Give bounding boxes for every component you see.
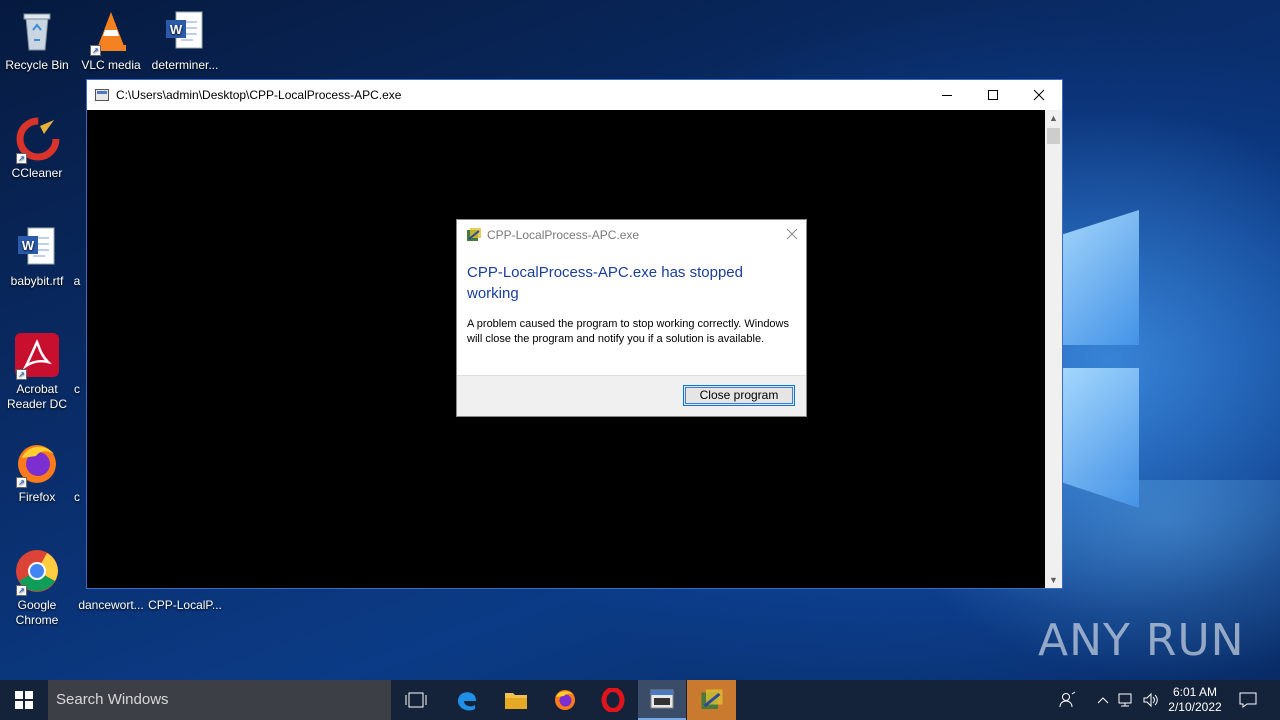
desktop-icon-cpp-localp[interactable]: CPP-LocalP... <box>148 598 222 613</box>
word-document-icon: W <box>14 224 60 270</box>
scrollbar-thumb[interactable] <box>1047 128 1060 144</box>
desktop-icon-chrome[interactable]: ↗ Google Chrome <box>0 548 74 628</box>
vlc-cone-icon: ↗ <box>88 8 134 56</box>
shortcut-arrow-icon: ↗ <box>16 153 27 164</box>
taskbar-opera[interactable] <box>589 680 637 720</box>
shortcut-arrow-icon: ↗ <box>16 369 27 380</box>
desktop-icon-label: Google Chrome <box>15 598 59 627</box>
svg-text:W: W <box>22 238 35 253</box>
desktop-icon-vlc[interactable]: ↗ VLC media <box>74 8 148 73</box>
start-button[interactable] <box>0 680 48 720</box>
notification-icon <box>1239 692 1257 708</box>
chrome-icon: ↗ <box>14 548 60 596</box>
show-hidden-icons-button[interactable] <box>1092 680 1114 720</box>
error-reporting-icon <box>701 689 722 709</box>
dialog-titlebar[interactable]: CPP-LocalProcess-APC.exe <box>457 220 806 250</box>
console-titlebar[interactable]: C:\Users\admin\Desktop\CPP-LocalProcess-… <box>87 80 1062 110</box>
people-icon <box>1059 691 1076 708</box>
taskbar-search-box[interactable]: Search Windows <box>48 680 391 720</box>
desktop-icon-label: CCleaner <box>11 166 63 180</box>
dialog-close-button[interactable] <box>786 225 798 245</box>
console-title: C:\Users\admin\Desktop\CPP-LocalProcess-… <box>116 88 402 102</box>
desktop-icon-dancewort[interactable]: dancewort... <box>74 598 148 613</box>
clock[interactable]: 6:01 AM 2/10/2022 <box>1162 680 1228 720</box>
minimize-icon <box>942 95 952 96</box>
clock-date: 2/10/2022 <box>1168 700 1222 714</box>
people-button[interactable] <box>1055 680 1081 720</box>
firefox-icon: ↗ <box>14 440 60 488</box>
taskbar-console-app[interactable] <box>638 680 686 720</box>
console-app-icon <box>95 89 109 101</box>
desktop-icon-label: VLC media <box>81 58 141 72</box>
console-app-icon <box>650 689 674 709</box>
watermark-text: ANY RUN <box>1038 614 1245 666</box>
windows-start-icon <box>15 691 33 709</box>
error-reporting-icon <box>467 228 481 241</box>
desktop-icon-label: CPP-LocalP... <box>148 598 222 612</box>
ccleaner-icon: ↗ <box>14 116 60 164</box>
svg-text:W: W <box>170 22 183 37</box>
close-icon <box>786 228 798 240</box>
shortcut-arrow-icon: ↗ <box>16 585 27 596</box>
desktop-icon-recycle-bin[interactable]: Recycle Bin <box>0 8 74 73</box>
desktop-icon-determiner[interactable]: W determiner... <box>148 8 222 73</box>
task-view-button[interactable] <box>392 680 440 720</box>
acrobat-reader-icon: ↗ <box>14 332 60 380</box>
network-tray-button[interactable] <box>1115 680 1137 720</box>
close-program-button[interactable]: Close program <box>683 385 795 406</box>
dialog-title: CPP-LocalProcess-APC.exe <box>487 228 640 242</box>
console-scrollbar[interactable]: ▲ ▼ <box>1045 110 1062 588</box>
minimize-button[interactable] <box>924 80 970 110</box>
taskbar-file-explorer[interactable] <box>492 680 540 720</box>
speaker-icon <box>1143 692 1158 708</box>
edge-icon <box>458 692 476 711</box>
desktop-icon-label: determiner... <box>151 58 219 72</box>
recycle-bin-icon <box>14 8 60 54</box>
dialog-heading: CPP-LocalProcess-APC.exe has stopped wor… <box>467 264 743 302</box>
clock-time: 6:01 AM <box>1172 685 1218 699</box>
taskbar-edge[interactable] <box>443 680 491 720</box>
shortcut-arrow-icon: ↗ <box>90 45 101 56</box>
desktop-icon-label: Recycle Bin <box>5 58 69 72</box>
scroll-down-icon[interactable]: ▼ <box>1045 572 1062 588</box>
action-center-button[interactable] <box>1230 680 1266 720</box>
dialog-message: A problem caused the program to stop wor… <box>467 318 789 345</box>
taskbar: Search Windows 6:01 AM 2/10/2022 <box>0 680 1280 720</box>
maximize-button[interactable] <box>970 80 1016 110</box>
chevron-up-icon <box>1097 697 1109 704</box>
desktop-icon-ccleaner[interactable]: ↗ CCleaner <box>0 116 74 181</box>
desktop-icon-acrobat[interactable]: ↗ Acrobat Reader DC <box>0 332 74 412</box>
network-icon <box>1118 693 1132 707</box>
taskbar-error-reporting[interactable] <box>687 680 736 720</box>
firefox-icon <box>555 690 575 710</box>
close-icon <box>1033 89 1045 101</box>
close-window-button[interactable] <box>1016 80 1062 110</box>
folder-icon <box>505 693 527 709</box>
volume-tray-button[interactable] <box>1139 680 1163 720</box>
error-dialog[interactable]: CPP-LocalProcess-APC.exe CPP-LocalProces… <box>456 219 807 417</box>
task-view-icon <box>405 692 427 708</box>
windows-logo-graphic <box>1063 190 1280 530</box>
anyrun-watermark: ANY RUN <box>1038 608 1245 672</box>
scroll-up-icon[interactable]: ▲ <box>1045 110 1062 126</box>
shortcut-arrow-icon: ↗ <box>16 477 27 488</box>
desktop-icon-label: dancewort... <box>78 598 144 612</box>
search-placeholder: Search Windows <box>56 691 169 708</box>
dialog-footer: Close program <box>457 375 806 416</box>
maximize-icon <box>988 90 998 100</box>
opera-icon <box>601 688 625 712</box>
word-document-icon: W <box>162 8 208 54</box>
taskbar-firefox[interactable] <box>541 680 589 720</box>
